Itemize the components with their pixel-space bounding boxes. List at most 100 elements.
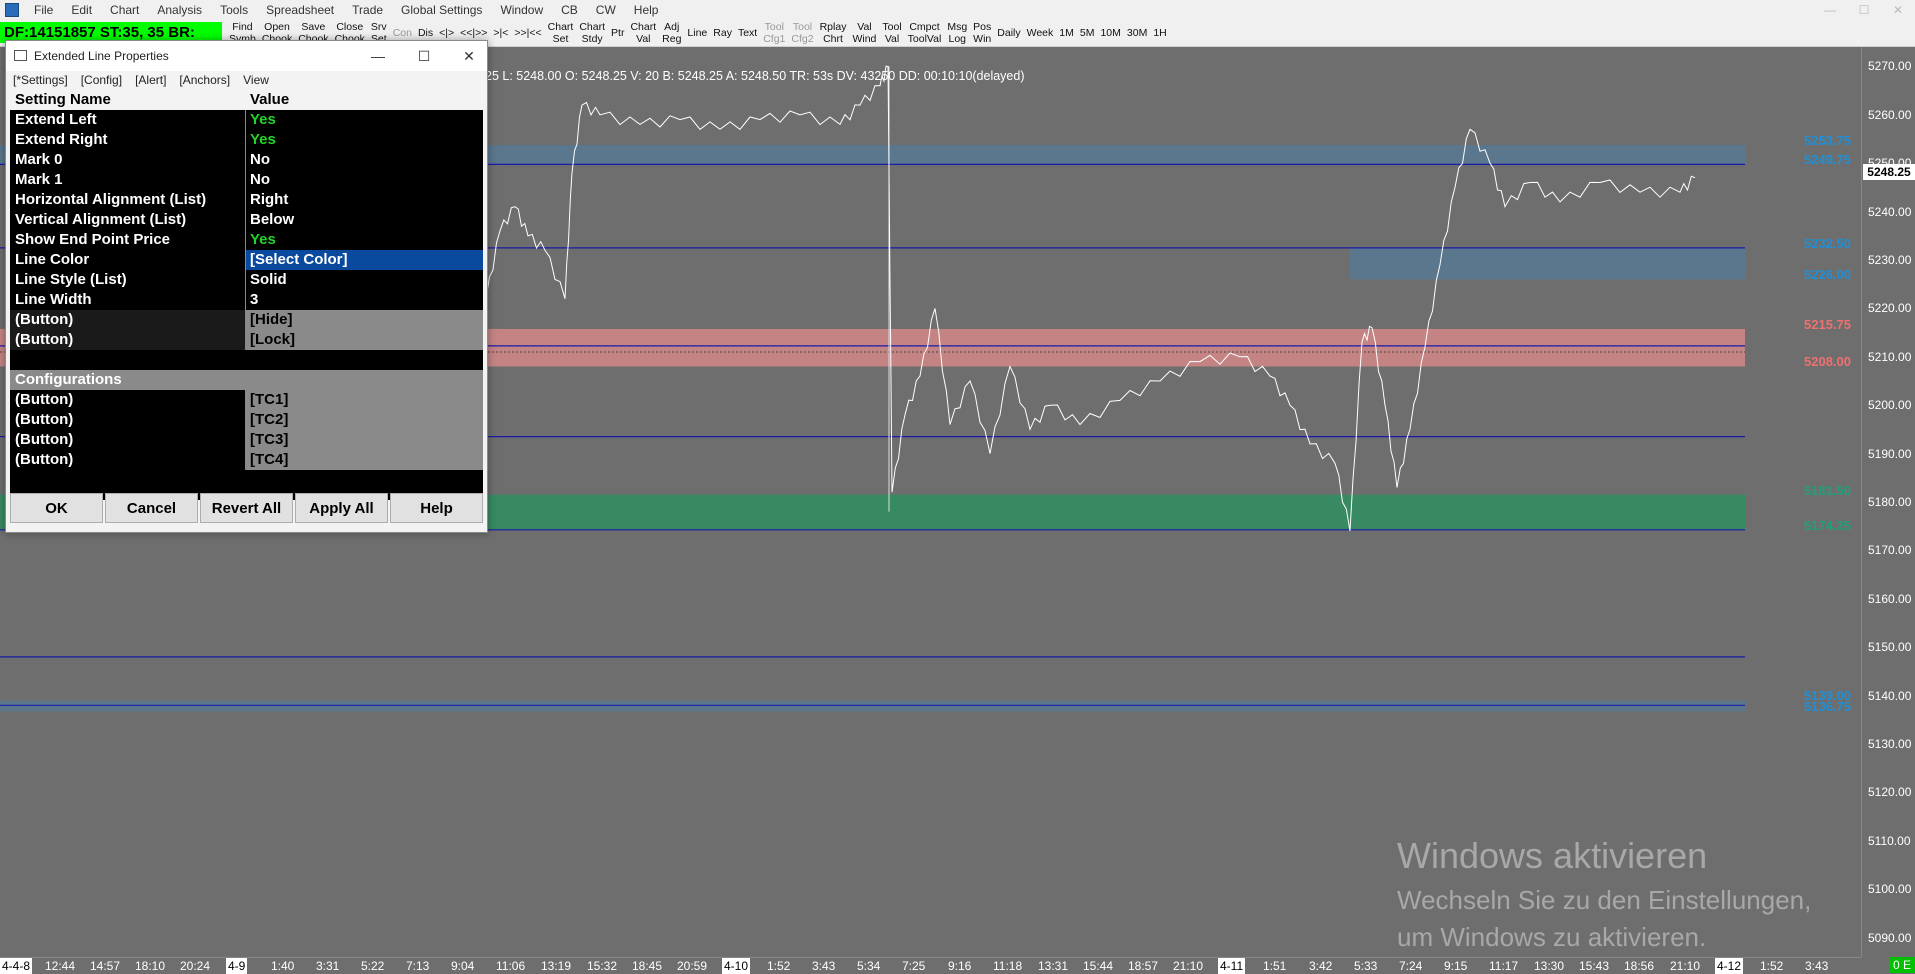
- dialog-minimize-button[interactable]: —: [361, 45, 395, 67]
- setting-value[interactable]: [Hide]: [246, 310, 483, 330]
- toolbar-button-5m[interactable]: 5M: [1077, 27, 1098, 39]
- revert-all-button[interactable]: Revert All: [200, 493, 293, 523]
- menu-trade[interactable]: Trade: [343, 3, 392, 17]
- toolbar-button-chart-stdy[interactable]: Chart Stdy: [576, 21, 608, 45]
- config-button-row[interactable]: (Button) [TC4]: [10, 450, 483, 470]
- cancel-button[interactable]: Cancel: [105, 493, 198, 523]
- setting-row[interactable]: Line Width 3: [10, 290, 483, 310]
- time-axis-time-label: 7:24: [1399, 959, 1423, 973]
- setting-value[interactable]: Right: [246, 190, 483, 210]
- level-price-label: 5249.75: [1804, 152, 1851, 168]
- menu-tools[interactable]: Tools: [211, 3, 257, 17]
- setting-value[interactable]: Below: [246, 210, 483, 230]
- toolbar-button-pos-win[interactable]: Pos Win: [970, 21, 994, 45]
- price-tick-label: 5120.00: [1868, 785, 1912, 800]
- time-axis-time-label: 12:44: [45, 959, 76, 973]
- minimize-button[interactable]: —: [1813, 0, 1847, 20]
- toolbar-button-msg-log[interactable]: Msg Log: [944, 21, 970, 45]
- menu-global-settings[interactable]: Global Settings: [392, 3, 491, 17]
- setting-value[interactable]: [TC2]: [246, 410, 483, 430]
- toolbar-button-rplay-chrt[interactable]: Rplay Chrt: [817, 21, 850, 45]
- menu-edit[interactable]: Edit: [62, 3, 101, 17]
- menu-spreadsheet[interactable]: Spreadsheet: [257, 3, 343, 17]
- dialog-close-button[interactable]: ✕: [452, 45, 486, 67]
- setting-row[interactable]: Line Color [Select Color]: [10, 250, 483, 270]
- setting-row[interactable]: Horizontal Alignment (List) Right: [10, 190, 483, 210]
- toolbar-button-xxx[interactable]: <|>: [436, 27, 457, 39]
- toolbar-button-text[interactable]: Text: [735, 27, 760, 39]
- toolbar-button-daily[interactable]: Daily: [994, 27, 1023, 39]
- setting-name: Extend Right: [10, 130, 246, 150]
- maximize-button[interactable]: ☐: [1847, 0, 1881, 20]
- toolbar-button-10m[interactable]: 10M: [1097, 27, 1123, 39]
- tab-settings[interactable]: [*Settings]: [6, 73, 74, 87]
- menu-help[interactable]: Help: [625, 3, 668, 17]
- setting-value[interactable]: [TC1]: [246, 390, 483, 410]
- setting-value[interactable]: Solid: [246, 270, 483, 290]
- setting-value[interactable]: Yes: [246, 230, 483, 250]
- setting-value[interactable]: No: [246, 170, 483, 190]
- setting-row[interactable]: Extend Left Yes: [10, 110, 483, 130]
- setting-value[interactable]: 3: [246, 290, 483, 310]
- toolbar-button-tool-cfg1[interactable]: Tool Cfg1: [760, 21, 788, 45]
- time-axis[interactable]: 4-4-8 12:44 14:57 18:10 20:24 4-9 1:40 3:31 5:22…: [0, 957, 1861, 974]
- toolbar-button-chart-set[interactable]: Chart Set: [545, 21, 577, 45]
- toolbar-button-xxxxx[interactable]: <<|>>: [457, 27, 490, 39]
- tab-config[interactable]: [Config]: [74, 73, 128, 87]
- toolbar-button-xxxxx[interactable]: >>|<<: [511, 27, 544, 39]
- setting-value[interactable]: [Lock]: [246, 330, 483, 350]
- setting-row[interactable]: Vertical Alignment (List) Below: [10, 210, 483, 230]
- toolbar-button-adj-reg[interactable]: Adj Reg: [659, 21, 684, 45]
- setting-value[interactable]: No: [246, 150, 483, 170]
- help-button[interactable]: Help: [390, 493, 483, 523]
- setting-row[interactable]: Mark 0 No: [10, 150, 483, 170]
- menu-window[interactable]: Window: [491, 3, 552, 17]
- toolbar-button-line[interactable]: Line: [684, 27, 710, 39]
- setting-value[interactable]: Yes: [246, 110, 483, 130]
- dialog-maximize-button[interactable]: ☐: [407, 45, 441, 67]
- close-button[interactable]: ✕: [1881, 0, 1915, 20]
- ok-button[interactable]: OK: [10, 493, 103, 523]
- setting-row[interactable]: Extend Right Yes: [10, 130, 483, 150]
- config-button-row[interactable]: (Button) [TC1]: [10, 390, 483, 410]
- tab-alert[interactable]: [Alert]: [128, 73, 172, 87]
- setting-row[interactable]: Mark 1 No: [10, 170, 483, 190]
- toolbar-button-cmpct-toolval[interactable]: Cmpct ToolVal: [905, 21, 945, 45]
- menu-file[interactable]: File: [25, 3, 62, 17]
- button-row[interactable]: (Button) [Lock]: [10, 330, 483, 350]
- tab-view[interactable]: View: [236, 73, 275, 87]
- config-button-row[interactable]: (Button) [TC2]: [10, 410, 483, 430]
- time-axis-time-label: 9:16: [948, 959, 972, 973]
- setting-row[interactable]: Show End Point Price Yes: [10, 230, 483, 250]
- setting-value[interactable]: Yes: [246, 130, 483, 150]
- setting-name: (Button): [10, 430, 246, 450]
- dialog-title-bar[interactable]: Extended Line Properties — ☐ ✕: [6, 41, 487, 71]
- toolbar-button-ray[interactable]: Ray: [710, 27, 735, 39]
- menu-cb[interactable]: CB: [552, 3, 587, 17]
- setting-value-text: Yes: [250, 131, 276, 148]
- menu-chart[interactable]: Chart: [101, 3, 148, 17]
- price-axis[interactable]: 5270.005260.005250.005240.005230.005220.…: [1861, 47, 1915, 957]
- toolbar-button-dis[interactable]: Dis: [415, 27, 436, 39]
- menu-cw[interactable]: CW: [587, 3, 625, 17]
- toolbar-button-ptr[interactable]: Ptr: [608, 27, 627, 39]
- toolbar-button-30m[interactable]: 30M: [1124, 27, 1150, 39]
- toolbar-button-1h[interactable]: 1H: [1150, 27, 1169, 39]
- toolbar-button-xxx[interactable]: >|<: [490, 27, 511, 39]
- apply-all-button[interactable]: Apply All: [295, 493, 388, 523]
- setting-value[interactable]: [Select Color]: [246, 250, 483, 270]
- button-row[interactable]: (Button) [Hide]: [10, 310, 483, 330]
- setting-value[interactable]: [TC3]: [246, 430, 483, 450]
- toolbar-button-val-wind[interactable]: Val Wind: [849, 21, 879, 45]
- toolbar-button-1m[interactable]: 1M: [1056, 27, 1077, 39]
- toolbar-button-tool-cfg2[interactable]: Tool Cfg2: [788, 21, 816, 45]
- tab-anchors[interactable]: [Anchors]: [172, 73, 236, 87]
- toolbar-button-con[interactable]: Con: [390, 27, 415, 39]
- setting-value[interactable]: [TC4]: [246, 450, 483, 470]
- config-button-row[interactable]: (Button) [TC3]: [10, 430, 483, 450]
- menu-analysis[interactable]: Analysis: [148, 3, 211, 17]
- toolbar-button-tool-val[interactable]: Tool Val: [879, 21, 904, 45]
- toolbar-button-chart-val[interactable]: Chart Val: [627, 21, 659, 45]
- toolbar-button-week[interactable]: Week: [1024, 27, 1057, 39]
- setting-row[interactable]: Line Style (List) Solid: [10, 270, 483, 290]
